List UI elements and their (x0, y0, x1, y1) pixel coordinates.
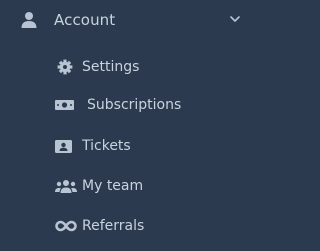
sidebar-item-tickets[interactable]: Tickets (0, 129, 264, 163)
infinity-icon (55, 218, 77, 234)
users-icon (55, 178, 77, 194)
sidebar-item-settings[interactable]: Settings (0, 50, 264, 84)
chevron-down-icon (229, 13, 241, 25)
account-menu: Account Settings Subscriptions Tickets M… (0, 0, 264, 251)
money-bill-icon (55, 97, 75, 113)
sidebar-item-label: My team (82, 178, 144, 194)
id-card-icon (55, 138, 75, 154)
account-menu-toggle[interactable]: Account (0, 0, 264, 40)
gear-icon (55, 59, 75, 75)
sidebar-item-label: Subscriptions (87, 97, 182, 113)
account-label: Account (54, 11, 116, 29)
sidebar-item-label: Tickets (82, 138, 131, 154)
sidebar-item-subscriptions[interactable]: Subscriptions (0, 88, 264, 122)
sidebar-item-referrals[interactable]: Referrals (0, 209, 264, 243)
user-icon (20, 11, 38, 29)
sidebar-item-label: Referrals (82, 218, 145, 234)
sidebar-item-my-team[interactable]: My team (0, 169, 264, 203)
sidebar-item-label: Settings (82, 59, 140, 75)
